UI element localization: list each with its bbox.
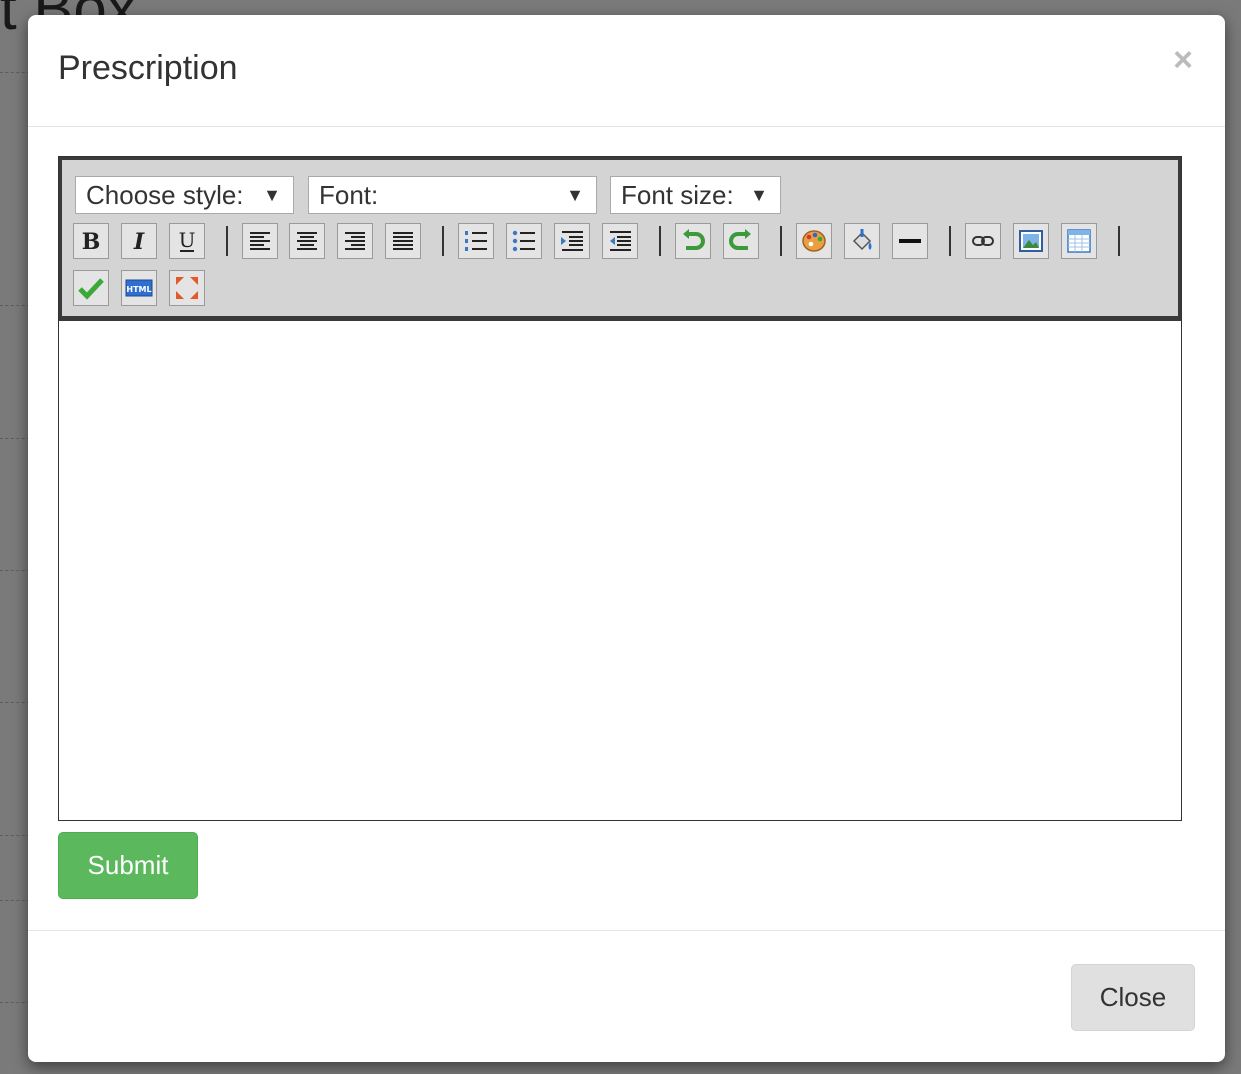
table-icon bbox=[1067, 229, 1091, 253]
unordered-list-icon bbox=[512, 230, 535, 252]
ordered-list-button[interactable] bbox=[458, 223, 494, 259]
link-icon bbox=[972, 236, 994, 246]
align-right-button[interactable] bbox=[337, 223, 373, 259]
html-source-button[interactable]: HTML bbox=[121, 270, 157, 306]
redo-icon bbox=[729, 229, 751, 250]
align-left-button[interactable] bbox=[242, 223, 278, 259]
modal-footer bbox=[28, 930, 1225, 931]
editor-toolbar: Choose style: ▼ Font: ▼ Font size: ▼ B I… bbox=[59, 157, 1181, 321]
modal-title: Prescription bbox=[58, 49, 238, 87]
italic-icon: I bbox=[133, 229, 145, 255]
table-button[interactable] bbox=[1061, 223, 1097, 259]
ordered-list-icon bbox=[465, 231, 487, 251]
undo-icon bbox=[683, 229, 705, 250]
fullscreen-button[interactable] bbox=[169, 270, 205, 306]
svg-text:HTML: HTML bbox=[126, 285, 151, 294]
background-color-button[interactable] bbox=[844, 223, 880, 259]
svg-text:B: B bbox=[82, 229, 101, 255]
rich-text-editor: Choose style: ▼ Font: ▼ Font size: ▼ B I… bbox=[58, 156, 1182, 821]
italic-button[interactable]: I bbox=[121, 223, 157, 259]
font-size-select-label: Font size: bbox=[621, 180, 734, 210]
undo-button[interactable] bbox=[675, 223, 711, 259]
chevron-down-icon: ▼ bbox=[750, 185, 768, 205]
prescription-modal: Prescription × Choose style: ▼ Font: ▼ F… bbox=[28, 15, 1225, 1062]
indent-icon bbox=[561, 231, 583, 251]
align-justify-icon bbox=[393, 232, 413, 250]
horizontal-rule-icon bbox=[899, 239, 921, 243]
chevron-down-icon: ▼ bbox=[263, 185, 281, 205]
align-center-icon bbox=[297, 232, 317, 250]
bold-button[interactable]: B bbox=[73, 223, 109, 259]
align-left-icon bbox=[250, 232, 270, 250]
style-select-label: Choose style: bbox=[86, 180, 244, 210]
text-color-button[interactable] bbox=[796, 223, 832, 259]
toolbar-separator bbox=[442, 226, 444, 256]
align-center-button[interactable] bbox=[289, 223, 325, 259]
underline-button[interactable]: U bbox=[169, 223, 205, 259]
modal-header: Prescription × bbox=[28, 15, 1225, 127]
close-icon[interactable]: × bbox=[1173, 43, 1193, 77]
editor-content-area[interactable] bbox=[59, 321, 1181, 820]
paint-bucket-icon bbox=[852, 229, 872, 251]
image-button[interactable] bbox=[1013, 223, 1049, 259]
chevron-down-icon: ▼ bbox=[566, 185, 584, 205]
submit-button[interactable]: Submit bbox=[58, 832, 198, 899]
toolbar-separator bbox=[226, 226, 228, 256]
font-select-label: Font: bbox=[319, 180, 379, 210]
outdent-icon bbox=[610, 231, 631, 251]
toolbar-separator bbox=[780, 226, 782, 256]
save-button[interactable] bbox=[73, 270, 109, 306]
checkmark-icon bbox=[78, 278, 104, 300]
svg-text:I: I bbox=[133, 229, 145, 255]
image-icon bbox=[1019, 230, 1043, 252]
svg-text:U: U bbox=[179, 228, 196, 252]
toolbar-separator bbox=[659, 226, 661, 256]
link-button[interactable] bbox=[965, 223, 1001, 259]
horizontal-rule-button[interactable] bbox=[892, 223, 928, 259]
redo-button[interactable] bbox=[723, 223, 759, 259]
font-select[interactable]: Font: ▼ bbox=[308, 176, 597, 214]
align-justify-button[interactable] bbox=[385, 223, 421, 259]
fullscreen-icon bbox=[176, 277, 198, 299]
underline-icon: U bbox=[179, 228, 196, 252]
outdent-button[interactable] bbox=[602, 223, 638, 259]
html-icon: HTML bbox=[125, 279, 153, 297]
align-right-icon bbox=[345, 232, 365, 250]
indent-button[interactable] bbox=[554, 223, 590, 259]
toolbar-separator bbox=[949, 226, 951, 256]
unordered-list-button[interactable] bbox=[506, 223, 542, 259]
font-size-select[interactable]: Font size: ▼ bbox=[610, 176, 781, 214]
bold-icon: B bbox=[82, 229, 101, 255]
toolbar-separator bbox=[1118, 226, 1120, 256]
close-button[interactable]: Close bbox=[1071, 964, 1195, 1031]
style-select[interactable]: Choose style: ▼ bbox=[75, 176, 294, 214]
palette-icon bbox=[802, 230, 826, 252]
